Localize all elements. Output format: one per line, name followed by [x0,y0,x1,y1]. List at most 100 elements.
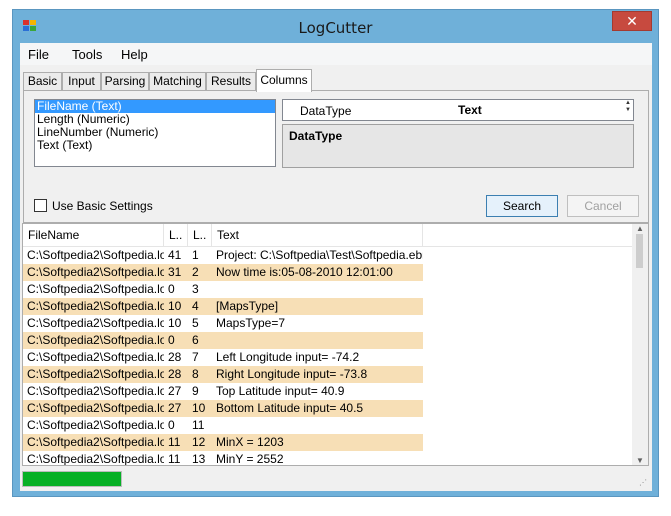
search-button[interactable]: Search [486,195,558,217]
property-value[interactable]: Text [458,103,482,117]
results-grid[interactable]: FileName L.. L.. Text C:\Softpedia2\Soft… [22,223,649,466]
cell-length[interactable]: 10 [164,298,188,315]
cell-length[interactable]: 0 [164,281,188,298]
header-linenumber[interactable]: L.. [188,224,212,247]
tab-columns[interactable]: Columns [256,69,312,92]
cell-linenumber[interactable]: 12 [188,434,212,451]
cell-filename[interactable]: C:\Softpedia2\Softpedia.log [23,332,164,349]
cell-text[interactable]: Left Longitude input= -74.2 [212,349,423,366]
cell-length[interactable]: 11 [164,434,188,451]
cell-text[interactable] [212,417,423,434]
cell-length[interactable]: 28 [164,349,188,366]
menu-file[interactable]: File [28,47,49,62]
cell-text[interactable]: Top Latitude input= 40.9 [212,383,423,400]
table-row[interactable]: C:\Softpedia2\Softpedia.log 11 13 MinY = 25… [23,451,634,465]
grid-rows: C:\Softpedia2\Softpedia.log 41 1 Project: C… [23,247,634,465]
cell-linenumber[interactable]: 1 [188,247,212,264]
table-row[interactable]: C:\Softpedia2\Softpedia.log 28 7 Left Longi… [23,349,634,366]
table-row[interactable]: C:\Softpedia2\Softpedia.log 0 3 [23,281,634,298]
cancel-button[interactable]: Cancel [567,195,639,217]
cell-filename[interactable]: C:\Softpedia2\Softpedia.log [23,264,164,281]
property-panel: DataType Text ▲ ▼ DataType [282,99,634,168]
cell-filename[interactable]: C:\Softpedia2\Softpedia.log [23,434,164,451]
cell-linenumber[interactable]: 9 [188,383,212,400]
cell-filename[interactable]: C:\Softpedia2\Softpedia.log [23,247,164,264]
property-grid-row[interactable]: DataType Text ▲ ▼ [282,99,634,121]
tab-basic[interactable]: Basic [23,72,62,91]
menu-tools[interactable]: Tools [72,47,102,62]
cell-linenumber[interactable]: 8 [188,366,212,383]
table-row[interactable]: C:\Softpedia2\Softpedia.log 11 12 MinX = 12… [23,434,634,451]
field-item-text[interactable]: Text (Text) [35,139,275,152]
table-row[interactable]: C:\Softpedia2\Softpedia.log 10 5 MapsType=7 [23,315,634,332]
cell-linenumber[interactable]: 11 [188,417,212,434]
cell-filename[interactable]: C:\Softpedia2\Softpedia.log [23,366,164,383]
cell-filename[interactable]: C:\Softpedia2\Softpedia.log [23,349,164,366]
cell-text[interactable] [212,332,423,349]
cell-length[interactable]: 27 [164,383,188,400]
cell-linenumber[interactable]: 3 [188,281,212,298]
header-text[interactable]: Text [212,224,423,247]
cell-length[interactable]: 28 [164,366,188,383]
table-row[interactable]: C:\Softpedia2\Softpedia.log 0 6 [23,332,634,349]
progress-fill [23,472,121,486]
cell-text[interactable]: [MapsType] [212,298,423,315]
header-length[interactable]: L.. [164,224,188,247]
cell-filename[interactable]: C:\Softpedia2\Softpedia.log [23,451,164,465]
table-row[interactable]: C:\Softpedia2\Softpedia.log 31 2 Now time i… [23,264,634,281]
cell-filename[interactable]: C:\Softpedia2\Softpedia.log [23,383,164,400]
cell-length[interactable]: 41 [164,247,188,264]
table-row[interactable]: C:\Softpedia2\Softpedia.log 10 4 [MapsType] [23,298,634,315]
scrollbar-thumb[interactable] [636,234,643,268]
resize-grip-icon[interactable]: ⋰ [639,478,649,488]
cell-length[interactable]: 31 [164,264,188,281]
grid-vertical-scrollbar[interactable]: ▲ ▼ [632,224,648,465]
close-button[interactable]: ✕ [612,11,652,31]
cell-length[interactable]: 11 [164,451,188,465]
scroll-up-icon[interactable]: ▲ [636,224,644,233]
table-row[interactable]: C:\Softpedia2\Softpedia.log 0 11 [23,417,634,434]
tab-parsing[interactable]: Parsing [101,72,149,91]
property-name: DataType [300,104,352,118]
cell-length[interactable]: 27 [164,400,188,417]
cell-filename[interactable]: C:\Softpedia2\Softpedia.log [23,417,164,434]
cell-linenumber[interactable]: 7 [188,349,212,366]
scroll-down-icon[interactable]: ▼ [636,456,644,465]
cell-linenumber[interactable]: 4 [188,298,212,315]
cell-text[interactable]: Now time is:05-08-2010 12:01:00 [212,264,423,281]
table-row[interactable]: C:\Softpedia2\Softpedia.log 41 1 Project: C… [23,247,634,264]
cell-filename[interactable]: C:\Softpedia2\Softpedia.log [23,315,164,332]
use-basic-settings-label[interactable]: Use Basic Settings [52,199,153,213]
cell-text[interactable]: MapsType=7 [212,315,423,332]
cell-length[interactable]: 10 [164,315,188,332]
tab-input[interactable]: Input [62,72,101,91]
tab-matching[interactable]: Matching [149,72,206,91]
cell-text[interactable]: MinX = 1203 [212,434,423,451]
cell-filename[interactable]: C:\Softpedia2\Softpedia.log [23,298,164,315]
use-basic-settings-checkbox[interactable] [34,199,47,212]
cell-text[interactable]: MinY = 2552 [212,451,423,465]
cell-linenumber[interactable]: 5 [188,315,212,332]
cell-filename[interactable]: C:\Softpedia2\Softpedia.log [23,281,164,298]
cell-linenumber[interactable]: 2 [188,264,212,281]
cell-text[interactable]: Bottom Latitude input= 40.5 [212,400,423,417]
cell-linenumber[interactable]: 13 [188,451,212,465]
tab-results[interactable]: Results [206,72,256,91]
cell-text[interactable]: Right Longitude input= -73.8 [212,366,423,383]
cell-linenumber[interactable]: 10 [188,400,212,417]
table-row[interactable]: C:\Softpedia2\Softpedia.log 27 9 Top Latitu… [23,383,634,400]
property-scroll-arrows-icon[interactable]: ▲ ▼ [623,100,633,120]
menu-help[interactable]: Help [121,47,148,62]
table-row[interactable]: C:\Softpedia2\Softpedia.log 28 8 Right Long… [23,366,634,383]
table-row[interactable]: C:\Softpedia2\Softpedia.log 27 10 Bottom La… [23,400,634,417]
cell-length[interactable]: 0 [164,332,188,349]
window-title: LogCutter [298,19,373,37]
cell-text[interactable]: Project: C:\Softpedia\Test\Softpedia.ebm… [212,247,423,264]
cell-filename[interactable]: C:\Softpedia2\Softpedia.log [23,400,164,417]
cell-text[interactable] [212,281,423,298]
title-bar[interactable]: LogCutter ✕ [13,10,658,42]
header-filename[interactable]: FileName [23,224,164,247]
cell-length[interactable]: 0 [164,417,188,434]
cell-linenumber[interactable]: 6 [188,332,212,349]
column-field-list[interactable]: FileName (Text) Length (Numeric) LineNum… [34,99,276,167]
